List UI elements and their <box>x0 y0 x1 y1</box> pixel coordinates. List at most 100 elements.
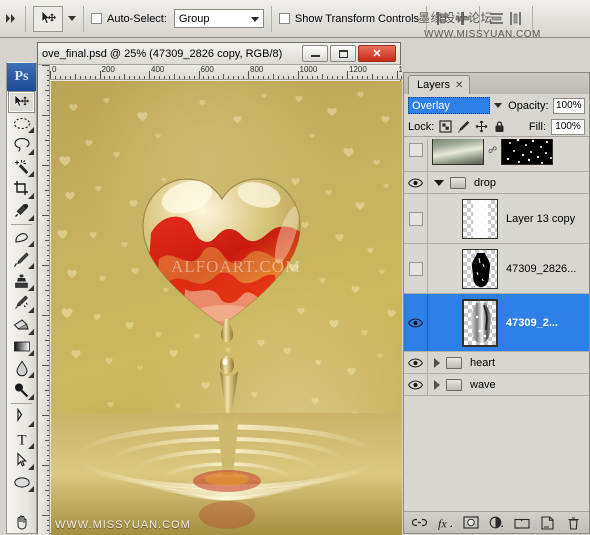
align-left-edges-icon[interactable] <box>436 11 451 26</box>
fill-input[interactable]: 100% <box>551 118 585 135</box>
visibility-toggle[interactable] <box>404 294 428 351</box>
bokeh-heart <box>67 269 77 279</box>
healing-brush-tool[interactable] <box>8 227 35 249</box>
show-transform-controls-checkbox[interactable] <box>278 13 290 24</box>
new-group-button[interactable] <box>514 515 531 531</box>
grey-glass-vase-thumb[interactable] <box>462 298 498 347</box>
ruler-tick <box>322 74 324 79</box>
distribute-top-icon[interactable] <box>489 11 504 26</box>
visibility-toggle[interactable] <box>404 244 428 293</box>
brush-tool[interactable] <box>8 248 35 270</box>
path-selection-tool[interactable] <box>8 450 35 472</box>
auto-select-checkbox[interactable] <box>91 13 102 24</box>
clone-stamp-tool[interactable] <box>8 270 35 292</box>
chevron-right-icon[interactable] <box>434 379 440 390</box>
bokeh-heart <box>155 133 161 139</box>
lasso-tool[interactable] <box>8 134 35 156</box>
visibility-toggle[interactable] <box>404 374 428 395</box>
close-button[interactable]: ✕ <box>358 45 396 62</box>
shape-tool[interactable] <box>8 471 35 493</box>
maximize-button[interactable] <box>330 45 356 62</box>
bokeh-heart <box>85 139 93 147</box>
eraser-tool[interactable] <box>8 314 35 336</box>
table-row[interactable]: Layer 13 copy <box>404 194 589 244</box>
minimize-button[interactable] <box>302 45 328 62</box>
hand-tool[interactable] <box>8 511 35 533</box>
expand-panels-icon[interactable] <box>4 6 18 32</box>
canvas[interactable]: ALFOART.COM WWW.MISSYUAN.COM <box>51 81 402 535</box>
new-layer-button[interactable] <box>539 515 556 531</box>
transparent-checker-thumb[interactable] <box>462 198 498 239</box>
table-row[interactable]: 47309_2826... <box>404 244 589 294</box>
ruler-label: 800 <box>250 65 264 74</box>
link-layers-button[interactable] <box>411 515 428 531</box>
horizontal-ruler[interactable]: 0 200 400 600 800 1000 1200 14 <box>50 65 402 80</box>
tool-preset-picker[interactable] <box>33 5 63 32</box>
ruler-tick <box>47 385 49 386</box>
ruler-tick <box>47 195 49 196</box>
new-adjustment-layer-button[interactable] <box>488 515 505 531</box>
vertical-ruler[interactable] <box>38 65 50 535</box>
gradient-tool[interactable] <box>8 336 35 358</box>
visibility-toggle[interactable] <box>404 172 428 193</box>
ruler-tick <box>371 74 373 79</box>
ruler-tick <box>47 495 49 496</box>
visibility-toggle[interactable] <box>404 139 428 171</box>
auto-select-dropdown[interactable]: Group <box>173 9 264 28</box>
pen-tool[interactable] <box>8 406 35 428</box>
blur-tool[interactable] <box>8 357 35 379</box>
link-icon[interactable]: ☍ <box>487 145 498 156</box>
black-vase-silhouette-thumb[interactable] <box>462 248 498 289</box>
blend-mode-dropdown[interactable]: Overlay <box>408 97 491 114</box>
chevron-down-icon[interactable] <box>434 179 444 186</box>
type-tool[interactable]: T <box>8 428 35 450</box>
layer-group-wave[interactable]: wave <box>404 374 589 396</box>
layer-group-heart[interactable]: heart <box>404 352 589 374</box>
opacity-input[interactable]: 100% <box>552 97 585 114</box>
tab-layers[interactable]: Layers ✕ <box>408 75 471 94</box>
layer-name: wave <box>470 378 496 391</box>
ruler-tick <box>47 500 49 501</box>
marquee-tool[interactable] <box>8 113 35 135</box>
black-speckle-mask[interactable] <box>501 139 553 165</box>
blend-mode-value: Overlay <box>412 99 450 112</box>
lock-transparent-pixels-icon[interactable] <box>439 120 452 133</box>
table-row-selected[interactable]: 47309_2... <box>404 294 589 352</box>
flyout-corner-icon <box>28 328 34 335</box>
table-row[interactable]: ☍ <box>404 139 589 172</box>
dodge-tool[interactable] <box>8 379 35 401</box>
add-layer-mask-button[interactable] <box>462 515 479 531</box>
lock-position-icon[interactable] <box>475 120 488 133</box>
visibility-toggle[interactable] <box>404 194 428 243</box>
layer-group-drop[interactable]: drop <box>404 172 589 194</box>
chevron-down-icon[interactable] <box>494 103 503 108</box>
ruler-tick <box>84 76 86 79</box>
beach-photo-thumb[interactable] <box>432 139 484 165</box>
move-tool[interactable] <box>8 90 35 113</box>
delete-layer-button[interactable] <box>565 515 582 531</box>
ruler-tick <box>47 80 49 81</box>
ruler-tick <box>47 435 49 436</box>
history-brush-tool[interactable] <box>8 292 35 314</box>
crop-tool[interactable] <box>8 178 35 200</box>
flyout-corner-icon <box>28 464 34 471</box>
tool-preset-chevron-down-icon[interactable] <box>68 16 76 21</box>
close-icon[interactable]: ✕ <box>455 80 463 91</box>
lock-image-pixels-icon[interactable] <box>457 120 470 133</box>
ruler-tick <box>47 125 49 126</box>
eyedropper-tool[interactable] <box>8 200 35 222</box>
lock-all-icon[interactable] <box>493 120 506 133</box>
document-titlebar[interactable]: ove_final.psd @ 25% (47309_2826 copy, RG… <box>38 43 400 65</box>
ruler-tick <box>47 185 49 186</box>
distribute-center-icon[interactable] <box>508 11 523 26</box>
layer-style-button[interactable]: fx <box>437 515 454 531</box>
ruler-tick <box>47 310 49 311</box>
layer-list[interactable]: ☍ drop Layer 13 copy 47309_2826... 47309… <box>404 139 589 511</box>
align-horizontal-centers-icon[interactable] <box>455 11 470 26</box>
chevron-right-icon[interactable] <box>434 357 440 368</box>
ruler-tick <box>144 76 146 79</box>
magic-wand-tool[interactable] <box>8 156 35 178</box>
ruler-tick <box>47 445 49 446</box>
ruler-tick <box>69 76 71 79</box>
visibility-toggle[interactable] <box>404 352 428 373</box>
